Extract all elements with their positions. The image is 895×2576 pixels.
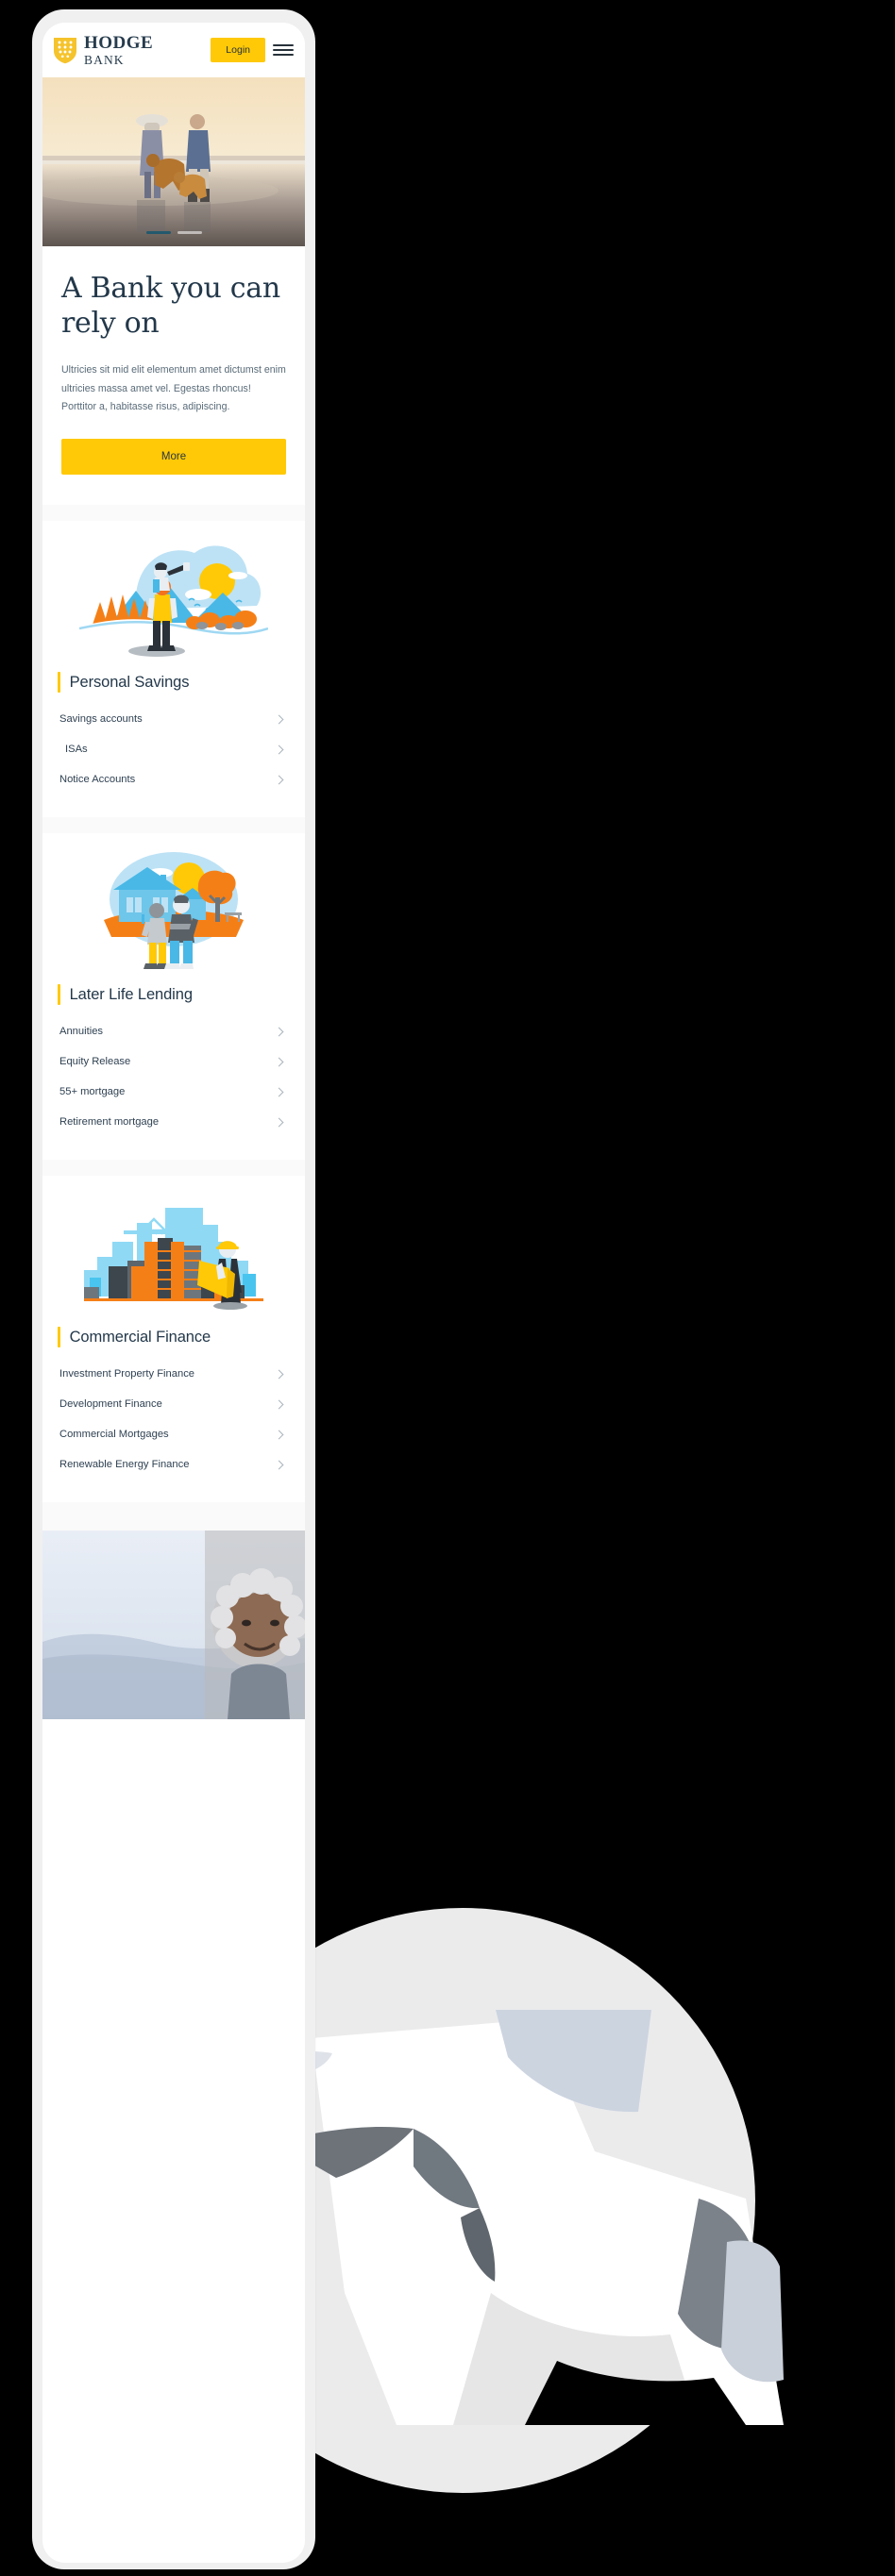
list-item-label: Investment Property Finance	[59, 1368, 195, 1380]
chevron-right-icon	[274, 1117, 284, 1128]
chevron-right-icon	[274, 1399, 284, 1410]
hamburger-menu-icon[interactable]	[273, 42, 294, 58]
product-card-commercial-finance: Commercial Finance Investment Property F…	[42, 1176, 305, 1503]
section-heading-personal-savings: Personal Savings	[58, 664, 290, 696]
chevron-right-icon	[274, 1460, 284, 1470]
site-header: HODGE BANK Login	[42, 23, 305, 77]
bottom-photo-block	[42, 1531, 305, 1720]
list-item[interactable]: Equity Release	[58, 1046, 290, 1077]
product-card-later-life-lending: Later Life Lending Annuities Equity Rele…	[42, 833, 305, 1161]
chevron-right-icon	[274, 1369, 284, 1380]
section-title: Personal Savings	[69, 673, 190, 691]
login-button[interactable]: Login	[211, 38, 265, 62]
carousel-dot-2[interactable]	[177, 231, 202, 234]
list-item-label: Savings accounts	[59, 713, 143, 726]
list-item-label: 55+ mortgage	[59, 1086, 126, 1098]
chevron-right-icon	[274, 1087, 284, 1097]
section-divider	[42, 817, 305, 834]
section-divider	[42, 505, 305, 522]
list-item[interactable]: ISAs	[58, 734, 290, 764]
accent-bar	[58, 1327, 60, 1348]
brand-logo[interactable]: HODGE BANK	[53, 34, 203, 67]
list-item[interactable]: Savings accounts	[58, 704, 290, 734]
chevron-right-icon	[274, 1430, 284, 1440]
phone-device-frame: HODGE BANK Login A Bank you can rely on …	[32, 9, 315, 2569]
section-title: Later Life Lending	[69, 985, 193, 1003]
section-heading-commercial-finance: Commercial Finance	[58, 1319, 290, 1351]
chevron-right-icon	[274, 1027, 284, 1037]
list-item-label: Notice Accounts	[59, 774, 136, 786]
list-item[interactable]: 55+ mortgage	[58, 1077, 290, 1107]
list-item[interactable]: Development Finance	[58, 1389, 290, 1419]
list-item-label: Annuities	[59, 1026, 104, 1038]
bottom-image	[42, 1531, 305, 1720]
brand-name-primary: HODGE	[84, 32, 154, 53]
chevron-right-icon	[274, 1057, 284, 1067]
hamburger-line	[273, 53, 294, 56]
section-title: Commercial Finance	[69, 1328, 211, 1346]
hero-carousel[interactable]	[42, 77, 305, 246]
hamburger-line	[273, 44, 294, 47]
hero-paragraph: Ultricies sit mid elit elementum amet di…	[61, 364, 286, 412]
link-list-personal-savings: Savings accounts ISAs Notice Accounts	[58, 704, 290, 795]
construction-site-with-architect-illustration	[58, 1185, 290, 1315]
link-list-later-life-lending: Annuities Equity Release 55+ mortgage Re…	[58, 1016, 290, 1137]
hamburger-line	[273, 48, 294, 52]
list-item-label: Equity Release	[59, 1056, 131, 1068]
brand-name-secondary: BANK	[84, 52, 125, 67]
couple-walking-past-house-illustration	[58, 843, 290, 973]
accent-bar	[58, 984, 60, 1006]
phone-screen: HODGE BANK Login A Bank you can rely on …	[42, 23, 305, 2563]
list-item-label: Retirement mortgage	[59, 1116, 160, 1129]
hero-image	[42, 77, 305, 246]
list-item[interactable]: Investment Property Finance	[58, 1359, 290, 1389]
link-list-commercial-finance: Investment Property Finance Development …	[58, 1359, 290, 1480]
hiker-with-child-and-telescope-illustration	[58, 530, 290, 661]
screenshot-stage: HODGE BANK Login A Bank you can rely on …	[0, 0, 895, 2576]
list-item[interactable]: Notice Accounts	[58, 764, 290, 795]
page-title: A Bank you can rely on	[61, 272, 280, 341]
more-button[interactable]: More	[61, 439, 286, 476]
hero-copy-block: A Bank you can rely on Ultricies sit mid…	[42, 246, 305, 506]
list-item-label: Development Finance	[59, 1398, 162, 1411]
carousel-indicator[interactable]	[42, 231, 305, 234]
chevron-right-icon	[274, 744, 284, 755]
list-item[interactable]: Annuities	[58, 1016, 290, 1046]
carousel-dot-1[interactable]	[145, 231, 171, 234]
list-item[interactable]: Commercial Mortgages	[58, 1419, 290, 1449]
product-card-personal-savings: Personal Savings Savings accounts ISAs N…	[42, 521, 305, 818]
list-item-label: Commercial Mortgages	[59, 1429, 169, 1441]
accent-bar	[58, 672, 60, 694]
section-heading-later-life-lending: Later Life Lending	[58, 977, 290, 1009]
pointing-hand-illustration	[255, 2010, 784, 2425]
list-item-label: Renewable Energy Finance	[59, 1459, 190, 1471]
section-divider	[42, 1502, 305, 1531]
hodge-shield-logo-icon	[54, 38, 76, 64]
chevron-right-icon	[274, 775, 284, 785]
section-divider	[42, 1160, 305, 1177]
list-item[interactable]: Renewable Energy Finance	[58, 1449, 290, 1480]
list-item-label: ISAs	[65, 744, 88, 756]
list-item[interactable]: Retirement mortgage	[58, 1107, 290, 1137]
chevron-right-icon	[274, 714, 284, 725]
